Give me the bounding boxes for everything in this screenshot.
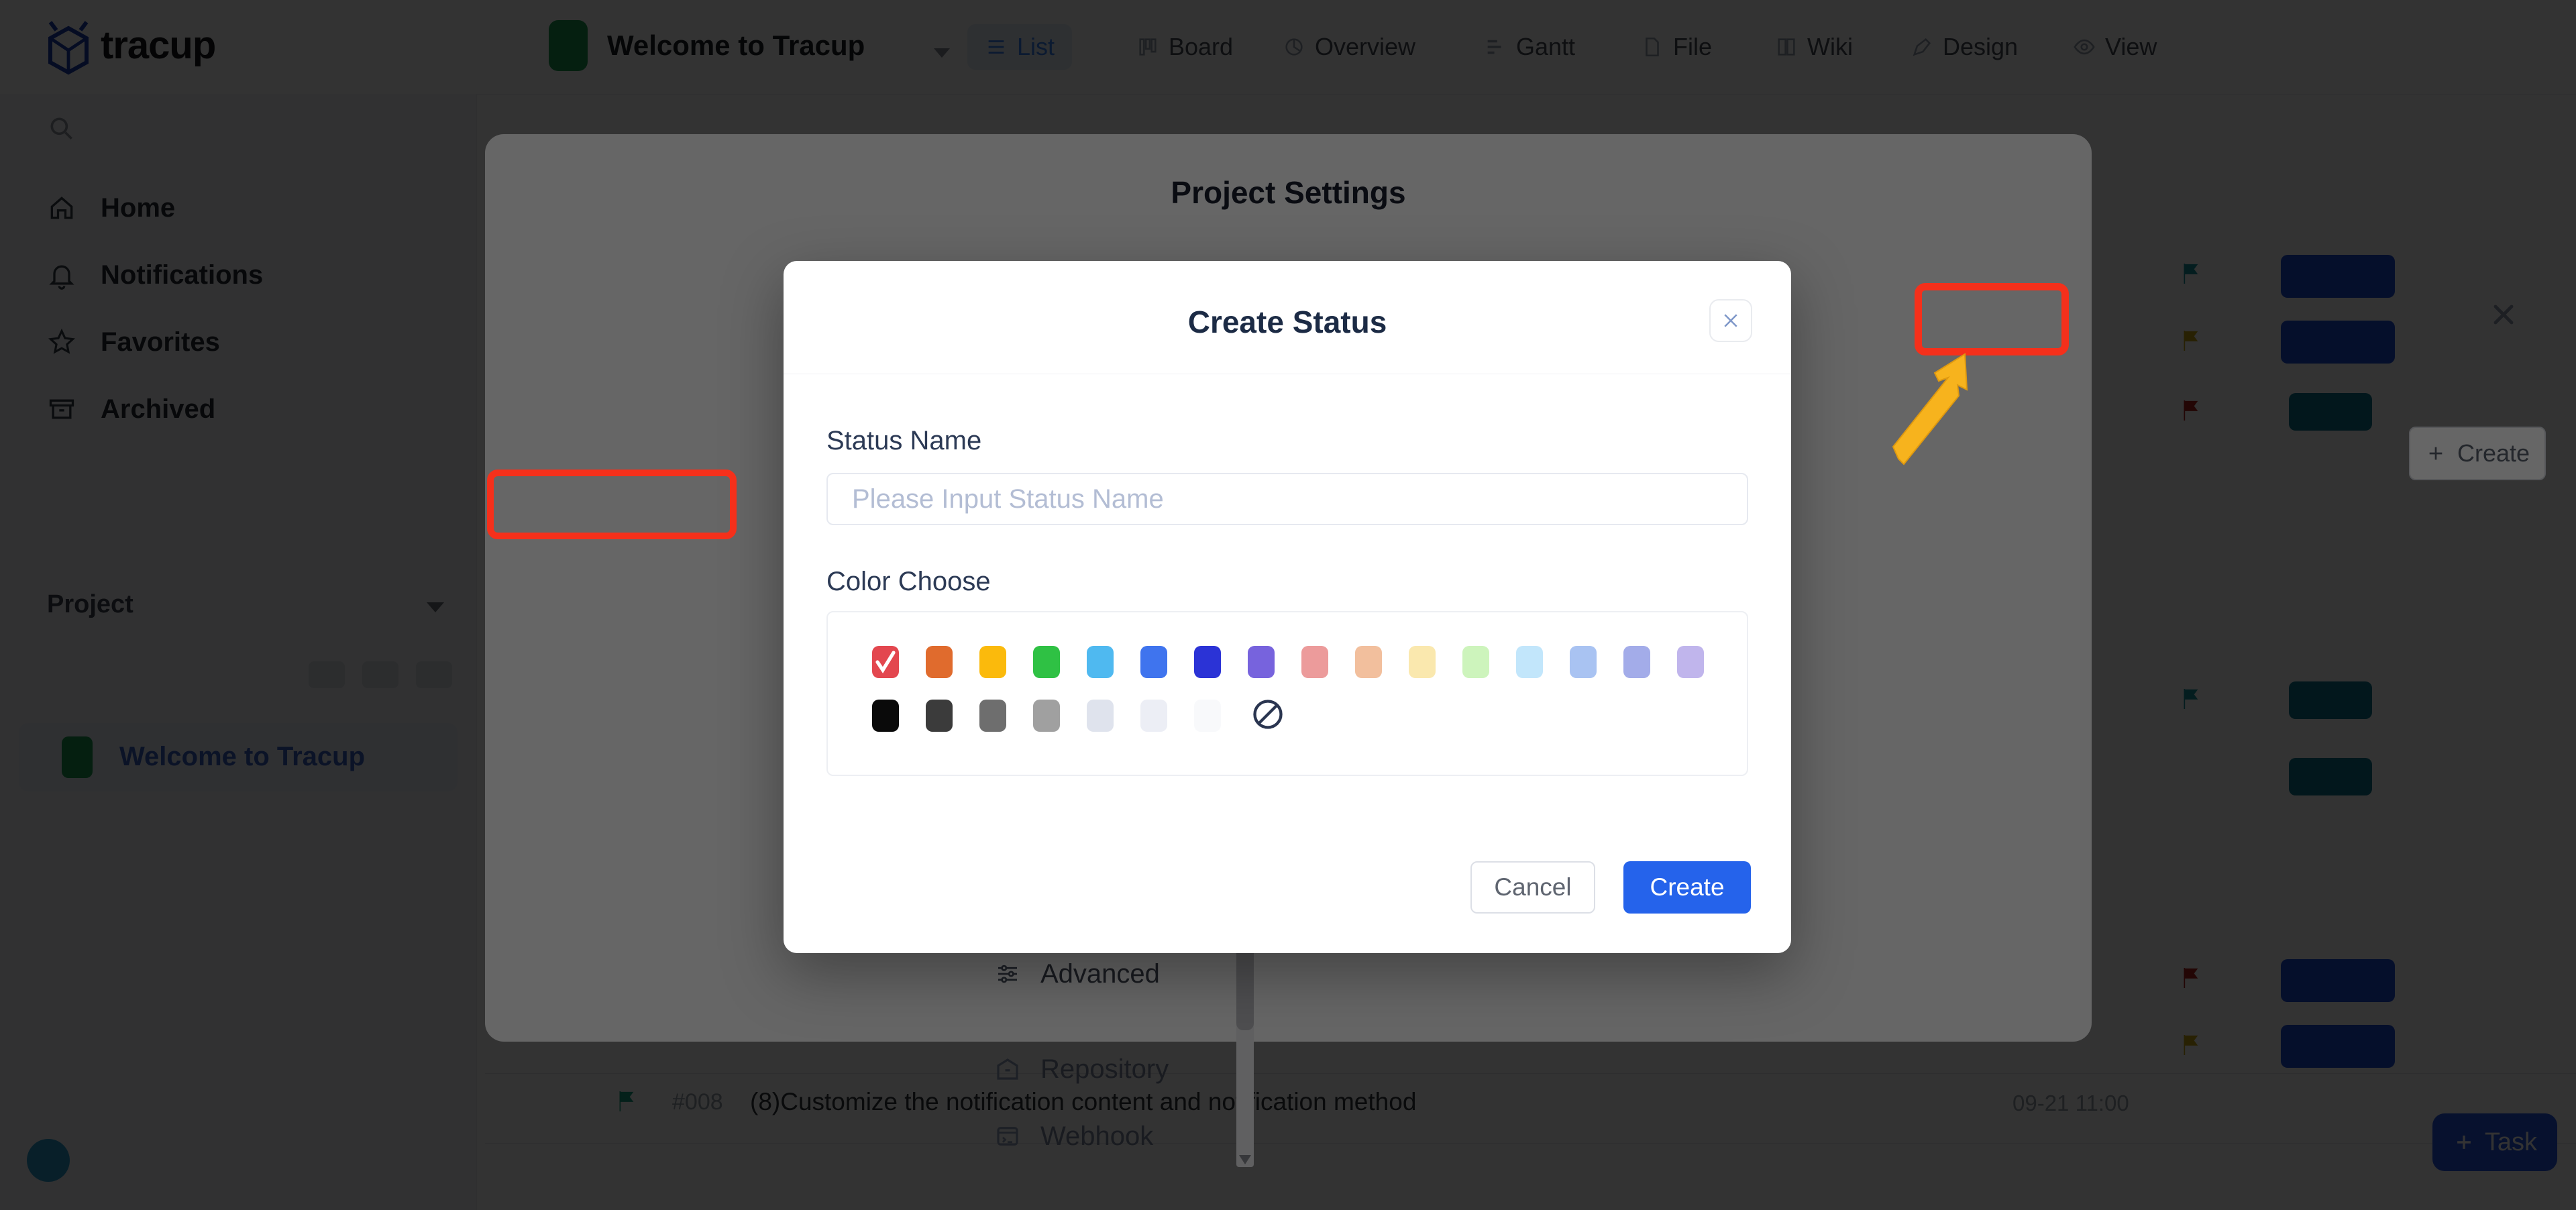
annotation-arrow-icon (1869, 339, 2003, 474)
color-palette (826, 611, 1748, 776)
color-swatch[interactable] (1301, 646, 1328, 678)
color-choose-label: Color Choose (826, 567, 991, 597)
color-swatch[interactable] (1409, 646, 1436, 678)
create-button[interactable]: Create (1623, 861, 1751, 914)
annotation-highlight-task-status (487, 470, 737, 539)
check-icon (872, 646, 899, 678)
color-swatch[interactable] (1033, 646, 1060, 678)
color-swatch[interactable] (1194, 646, 1221, 678)
status-name-input[interactable] (826, 473, 1748, 525)
color-swatch[interactable] (1140, 646, 1167, 678)
tracup-app-screenshot: { "topbar": { "logo_text": "tracup", "pr… (0, 0, 2576, 1210)
close-button[interactable] (1709, 299, 1752, 342)
color-swatch[interactable] (1087, 700, 1114, 732)
color-swatch[interactable] (1033, 700, 1060, 732)
color-swatch[interactable] (1570, 646, 1597, 678)
color-swatch[interactable] (1516, 646, 1543, 678)
color-swatch-selected[interactable] (872, 646, 899, 678)
color-swatch[interactable] (979, 700, 1006, 732)
color-swatch[interactable] (1355, 646, 1382, 678)
cancel-button[interactable]: Cancel (1470, 861, 1595, 914)
create-status-modal: Create Status Status Name Color Choose (784, 261, 1791, 953)
create-status-title: Create Status (784, 304, 1791, 340)
color-swatch[interactable] (872, 700, 899, 732)
color-swatch[interactable] (979, 646, 1006, 678)
color-swatch[interactable] (926, 646, 953, 678)
color-swatch[interactable] (1248, 646, 1275, 678)
color-swatch[interactable] (1140, 700, 1167, 732)
color-swatch[interactable] (1677, 646, 1704, 678)
color-swatch[interactable] (926, 700, 953, 732)
color-swatch[interactable] (1462, 646, 1489, 678)
no-color-icon[interactable] (1250, 697, 1285, 732)
color-swatch[interactable] (1623, 646, 1650, 678)
status-name-label: Status Name (826, 426, 981, 456)
close-icon (1721, 311, 1741, 331)
color-swatch[interactable] (1087, 646, 1114, 678)
color-swatch[interactable] (1194, 700, 1221, 732)
